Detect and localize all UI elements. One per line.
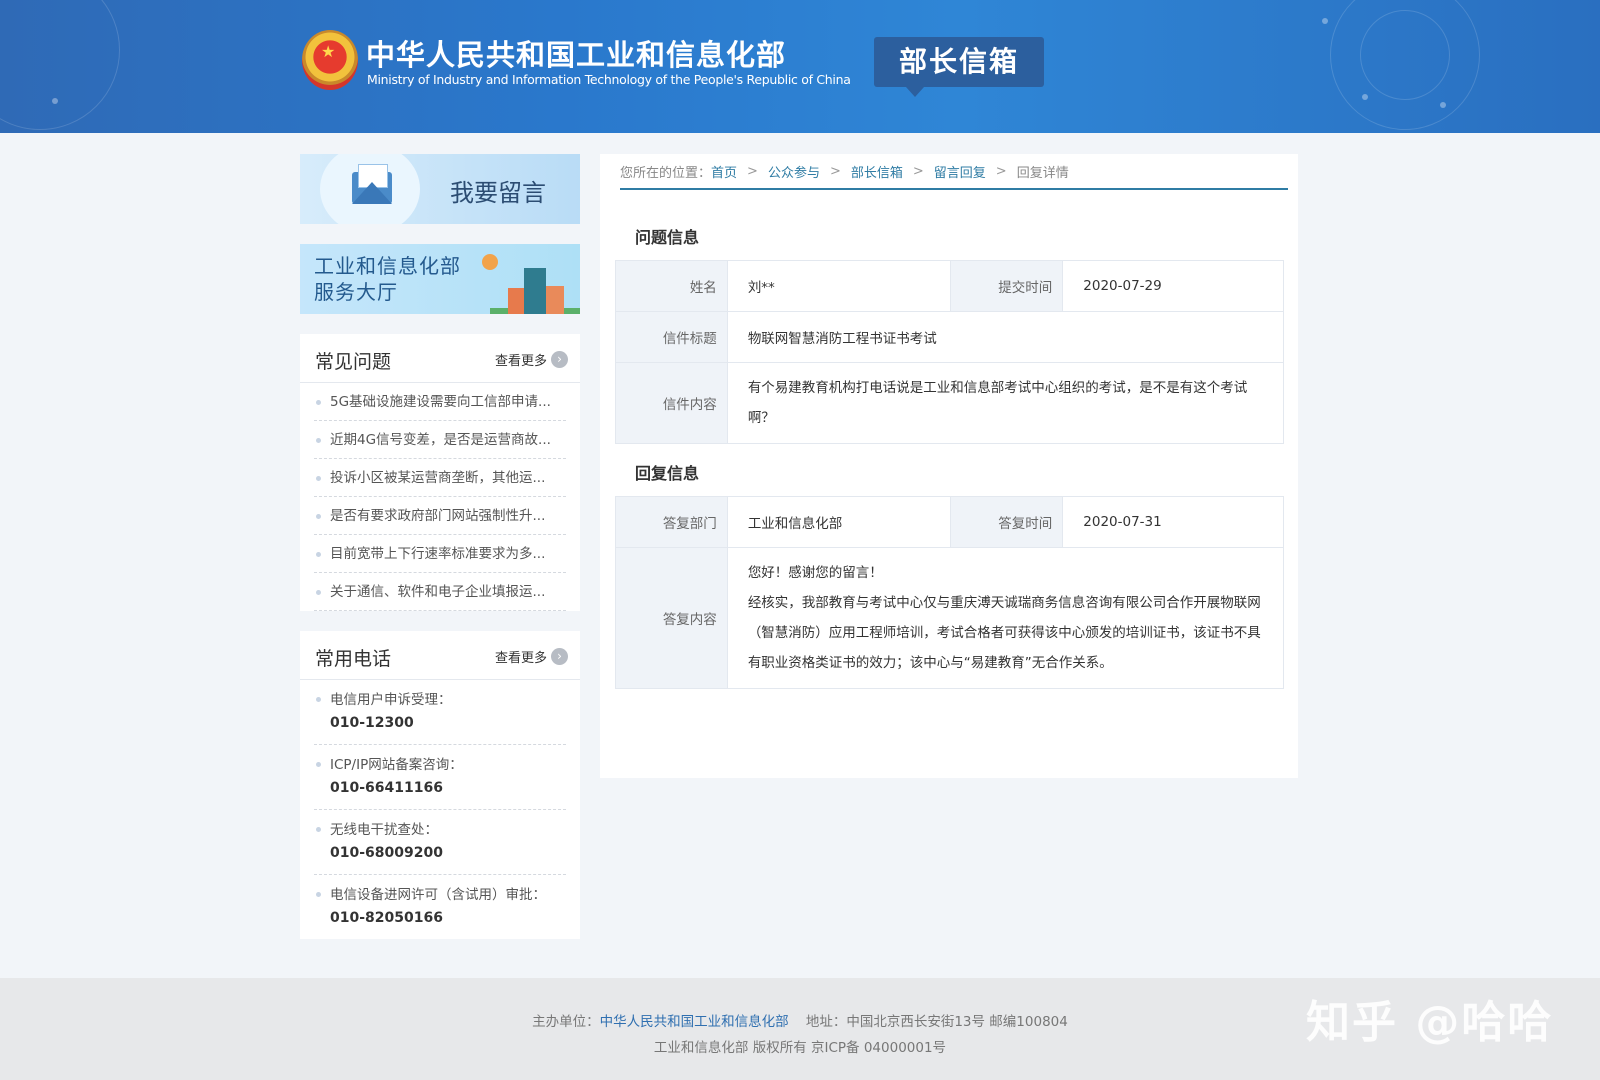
header-decoration [1360,10,1450,100]
footer-host-label: 主办单位： [532,1014,600,1030]
phone-number: 010-68009200 [330,845,443,861]
sun-icon [482,254,498,270]
faq-item[interactable]: 5G基础设施建设需要向工信部申请... [314,383,566,421]
table-row: 答复内容 您好！感谢您的留言！ 经核实，我部教育与考试中心仅与重庆溥天诚瑞商务信… [615,547,1285,689]
chevron-right-icon: › [551,351,568,368]
phones-more-link[interactable]: 查看更多 › [495,647,568,666]
faq-item[interactable]: 近期4G信号变差，是否是运营商故... [314,421,566,459]
breadcrumb-separator: > [829,163,841,179]
service-hall-label: 工业和信息化部 服务大厅 [314,253,461,305]
name-value: 刘** [726,260,952,312]
service-hall-line1: 工业和信息化部 [314,254,461,278]
faq-more-label: 查看更多 [494,354,547,369]
breadcrumb-message-reply[interactable]: 留言回复 [934,162,986,181]
building-icon [546,286,564,314]
chevron-right-icon: › [551,648,568,665]
breadcrumb: 您所在的位置： 首页 > 公众参与 > 部长信箱 > 留言回复 > 回复详情 [620,154,1288,190]
site-title-english: Ministry of Industry and Information Tec… [367,72,851,87]
reply-body: 经核实，我部教育与考试中心仅与重庆溥天诚瑞商务信息咨询有限公司合作开展物联网（智… [747,595,1261,671]
national-emblem-logo[interactable]: ★ [302,30,358,90]
site-header: ★ 中华人民共和国工业和信息化部 Ministry of Industry an… [0,0,1600,133]
phone-label: 电信用户申诉受理： [330,692,452,708]
breadcrumb-separator: > [912,163,924,179]
faq-panel: 常见问题 查看更多 › 5G基础设施建设需要向工信部申请... 近期4G信号变差… [300,334,580,611]
service-hall-banner[interactable]: 工业和信息化部 服务大厅 [300,244,580,314]
faq-item[interactable]: 投诉小区被某运营商垄断，其他运... [314,459,566,497]
phones-more-label: 查看更多 [494,651,547,666]
content-value: 有个易建教育机构打电话说是工业和信息部考试中心组织的考试，是不是有这个考试啊？ [726,362,1285,444]
reply-content-label: 答复内容 [615,547,728,689]
phone-number: 010-66411166 [330,780,443,796]
main-content: 您所在的位置： 首页 > 公众参与 > 部长信箱 > 留言回复 > 回复详情 问… [600,154,1298,778]
header-decoration [0,0,120,130]
submit-time-label: 提交时间 [950,260,1064,312]
breadcrumb-prefix: 您所在的位置： [620,165,712,181]
phones-panel: 常用电话 查看更多 › 电信用户申诉受理： 010-12300 ICP/IP网站… [300,631,580,939]
name-label: 姓名 [615,260,728,312]
phone-label: 无线电干扰查处： [330,822,438,838]
footer-host-org-link[interactable]: 中华人民共和国工业和信息化部 [600,1014,789,1030]
reply-time-value: 2020-07-31 [1062,496,1284,548]
question-table: 姓名 刘** 提交时间 2020-07-29 信件标题 物联网智慧消防工程书证书… [615,260,1285,444]
leave-message-banner[interactable]: 我要留言 [300,154,580,224]
table-row: 信件内容 有个易建教育机构打电话说是工业和信息部考试中心组织的考试，是不是有这个… [615,362,1285,444]
header-decoration [1322,18,1328,24]
breadcrumb-separator: > [995,163,1007,179]
reply-greeting: 您好！感谢您的留言！ [747,565,883,581]
reply-content-value: 您好！感谢您的留言！ 经核实，我部教育与考试中心仅与重庆溥天诚瑞商务信息咨询有限… [726,547,1285,689]
phones-title: 常用电话 [315,648,392,670]
header-decoration [1440,102,1446,108]
minister-mailbox-badge: 部长信箱 [874,37,1044,97]
phones-list: 电信用户申诉受理： 010-12300 ICP/IP网站备案咨询： 010-66… [300,680,580,939]
subject-label: 信件标题 [615,311,728,363]
breadcrumb-home[interactable]: 首页 [711,162,737,181]
envelope-icon [352,164,392,204]
watermark: 知乎 @哈哈 [1306,997,1554,1048]
faq-header: 常见问题 查看更多 › [300,334,580,383]
header-decoration [1362,94,1368,100]
phone-label: ICP/IP网站备案咨询： [330,757,463,773]
phone-item: 电信用户申诉受理： 010-12300 [314,680,566,745]
phone-number: 010-82050166 [330,910,443,926]
table-row: 信件标题 物联网智慧消防工程书证书考试 [615,311,1285,363]
faq-more-link[interactable]: 查看更多 › [495,350,568,369]
question-section-title: 问题信息 [635,228,700,247]
header-decoration [52,98,58,104]
reply-dept-label: 答复部门 [615,496,728,548]
phone-label: 电信设备进网许可（含试用）审批： [330,887,546,903]
breadcrumb-public-participation[interactable]: 公众参与 [768,162,820,181]
building-icon [524,268,546,314]
phone-item: 无线电干扰查处： 010-68009200 [314,810,566,875]
reply-time-label: 答复时间 [950,496,1064,548]
table-row: 姓名 刘** 提交时间 2020-07-29 [615,260,1284,312]
phones-header: 常用电话 查看更多 › [300,631,580,680]
service-hall-line2: 服务大厅 [314,280,398,304]
faq-item[interactable]: 目前宽带上下行速率标准要求为多... [314,535,566,573]
building-icon [508,288,524,314]
faq-item[interactable]: 是否有要求政府部门网站强制性升... [314,497,566,535]
breadcrumb-separator: > [747,163,758,179]
leave-message-label: 我要留言 [450,179,546,207]
breadcrumb-current: 回复详情 [1016,165,1069,181]
reply-table: 答复部门 工业和信息化部 答复时间 2020-07-31 答复内容 您好！感谢您… [615,496,1285,689]
content-label: 信件内容 [615,362,728,444]
phone-item: ICP/IP网站备案咨询： 010-66411166 [314,745,566,810]
site-title[interactable]: 中华人民共和国工业和信息化部 [366,32,786,74]
footer-address: 地址：中国北京西长安街13号 邮编100804 [805,1014,1068,1030]
reply-dept-value: 工业和信息化部 [726,496,952,548]
faq-title: 常见问题 [315,351,392,373]
breadcrumb-minister-mailbox[interactable]: 部长信箱 [851,162,903,181]
faq-list: 5G基础设施建设需要向工信部申请... 近期4G信号变差，是否是运营商故... … [300,383,580,611]
table-row: 答复部门 工业和信息化部 答复时间 2020-07-31 [615,496,1284,548]
submit-time-value: 2020-07-29 [1062,260,1284,312]
phone-number: 010-12300 [330,715,414,731]
reply-section-title: 回复信息 [635,464,700,483]
faq-item[interactable]: 关于通信、软件和电子企业填报运... [314,573,566,611]
subject-value: 物联网智慧消防工程书证书考试 [726,311,1285,363]
phone-item: 电信设备进网许可（含试用）审批： 010-82050166 [314,875,566,939]
sidebar: 我要留言 工业和信息化部 服务大厅 常见问题 查看更多 › 5G基础设施建设需要… [300,154,580,939]
